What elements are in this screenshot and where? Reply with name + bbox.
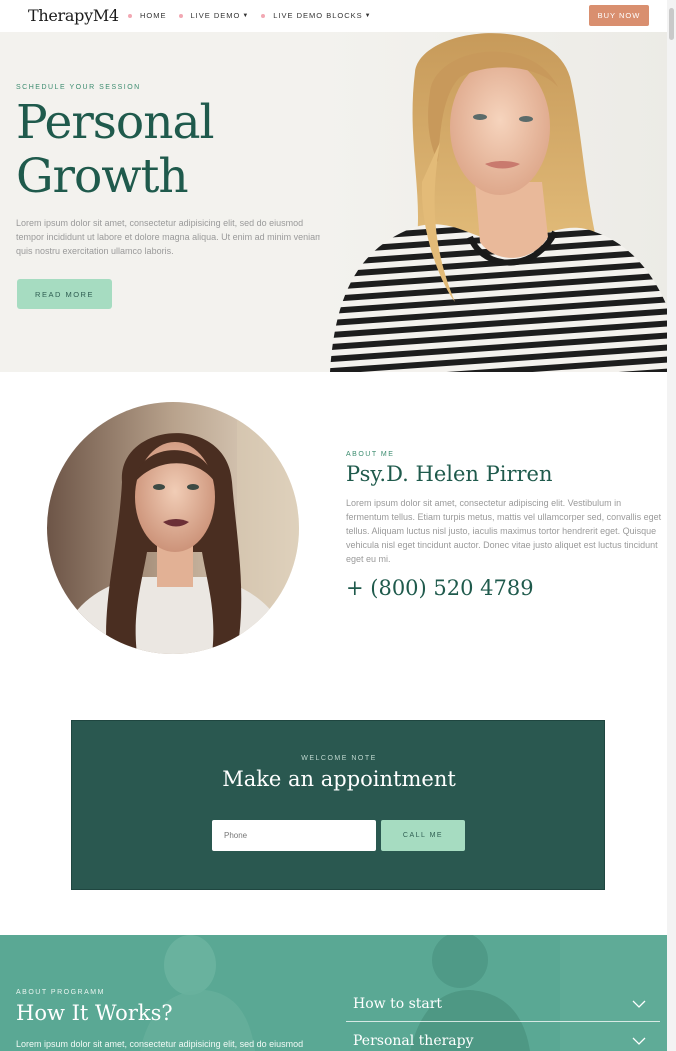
- scrollbar-thumb[interactable]: [669, 8, 674, 40]
- nav-menu: HOME LIVE DEMO ▼ LIVE DEMO BLOCKS ▼: [128, 11, 384, 20]
- nav-bullet-icon: [261, 13, 266, 18]
- about-description: Lorem ipsum dolor sit amet, consectetur …: [346, 498, 662, 564]
- accordion-label: Personal therapy: [353, 1032, 474, 1049]
- hero-title: Personal Growth: [16, 95, 215, 204]
- site-logo[interactable]: TherapyM4: [28, 6, 119, 25]
- nav-bullet-icon: [178, 13, 183, 18]
- hero-title-line2: Growth: [16, 149, 189, 204]
- about-eyebrow: ABOUT ME: [346, 451, 395, 458]
- appointment-eyebrow: WELCOME NOTE: [301, 755, 377, 762]
- how-title: How It Works?: [16, 1001, 173, 1025]
- nav-item-home[interactable]: HOME: [128, 11, 167, 20]
- page-scrollbar[interactable]: [667, 0, 676, 1051]
- buy-now-button[interactable]: BUY NOW: [589, 5, 649, 26]
- top-navbar: TherapyM4 HOME LIVE DEMO ▼ LIVE DEMO BLO…: [0, 0, 676, 32]
- chevron-down-icon: [632, 1000, 646, 1008]
- chevron-down-icon: [632, 1037, 646, 1045]
- read-more-button[interactable]: READ MORE: [17, 279, 112, 309]
- how-description: Lorem ipsum dolor sit amet, consectetur …: [16, 1039, 304, 1049]
- how-eyebrow: ABOUT PROGRAMM: [16, 989, 105, 996]
- therapist-portrait-photo: [47, 402, 299, 654]
- nav-item-label: LIVE DEMO BLOCKS: [273, 11, 363, 20]
- caret-down-icon: ▼: [364, 12, 372, 19]
- phone-input[interactable]: [212, 820, 376, 851]
- nav-item-live-demo-blocks[interactable]: LIVE DEMO BLOCKS ▼: [261, 11, 371, 20]
- nav-item-label: LIVE DEMO: [190, 11, 241, 20]
- accordion-item-how-to-start[interactable]: How to start: [346, 986, 660, 1022]
- appointment-title: Make an appointment: [222, 767, 456, 791]
- call-me-button[interactable]: CALL ME: [381, 820, 465, 851]
- about-section: ABOUT ME Psy.D. Helen Pirren Lorem ipsum…: [0, 372, 676, 720]
- hero-woman-photo: [320, 32, 676, 372]
- appointment-section: WELCOME NOTE Make an appointment CALL ME: [71, 720, 605, 890]
- therapist-name: Psy.D. Helen Pirren: [346, 462, 553, 486]
- hero-section: SCHEDULE YOUR SESSION Personal Growth Lo…: [0, 32, 676, 372]
- hero-eyebrow: SCHEDULE YOUR SESSION: [16, 84, 141, 91]
- nav-bullet-icon: [128, 13, 132, 18]
- nav-item-live-demo[interactable]: LIVE DEMO ▼: [178, 11, 250, 20]
- hero-title-line1: Personal: [16, 95, 215, 150]
- accordion-label: How to start: [353, 995, 443, 1012]
- nav-item-label: HOME: [140, 11, 167, 20]
- accordion-item-personal-therapy[interactable]: Personal therapy: [346, 1023, 660, 1051]
- hero-description: Lorem ipsum dolor sit amet, consectetur …: [16, 218, 326, 256]
- how-it-works-section: ABOUT PROGRAMM How It Works? Lorem ipsum…: [0, 935, 676, 1051]
- caret-down-icon: ▼: [242, 12, 250, 19]
- phone-number[interactable]: + (800) 520 4789: [346, 576, 534, 600]
